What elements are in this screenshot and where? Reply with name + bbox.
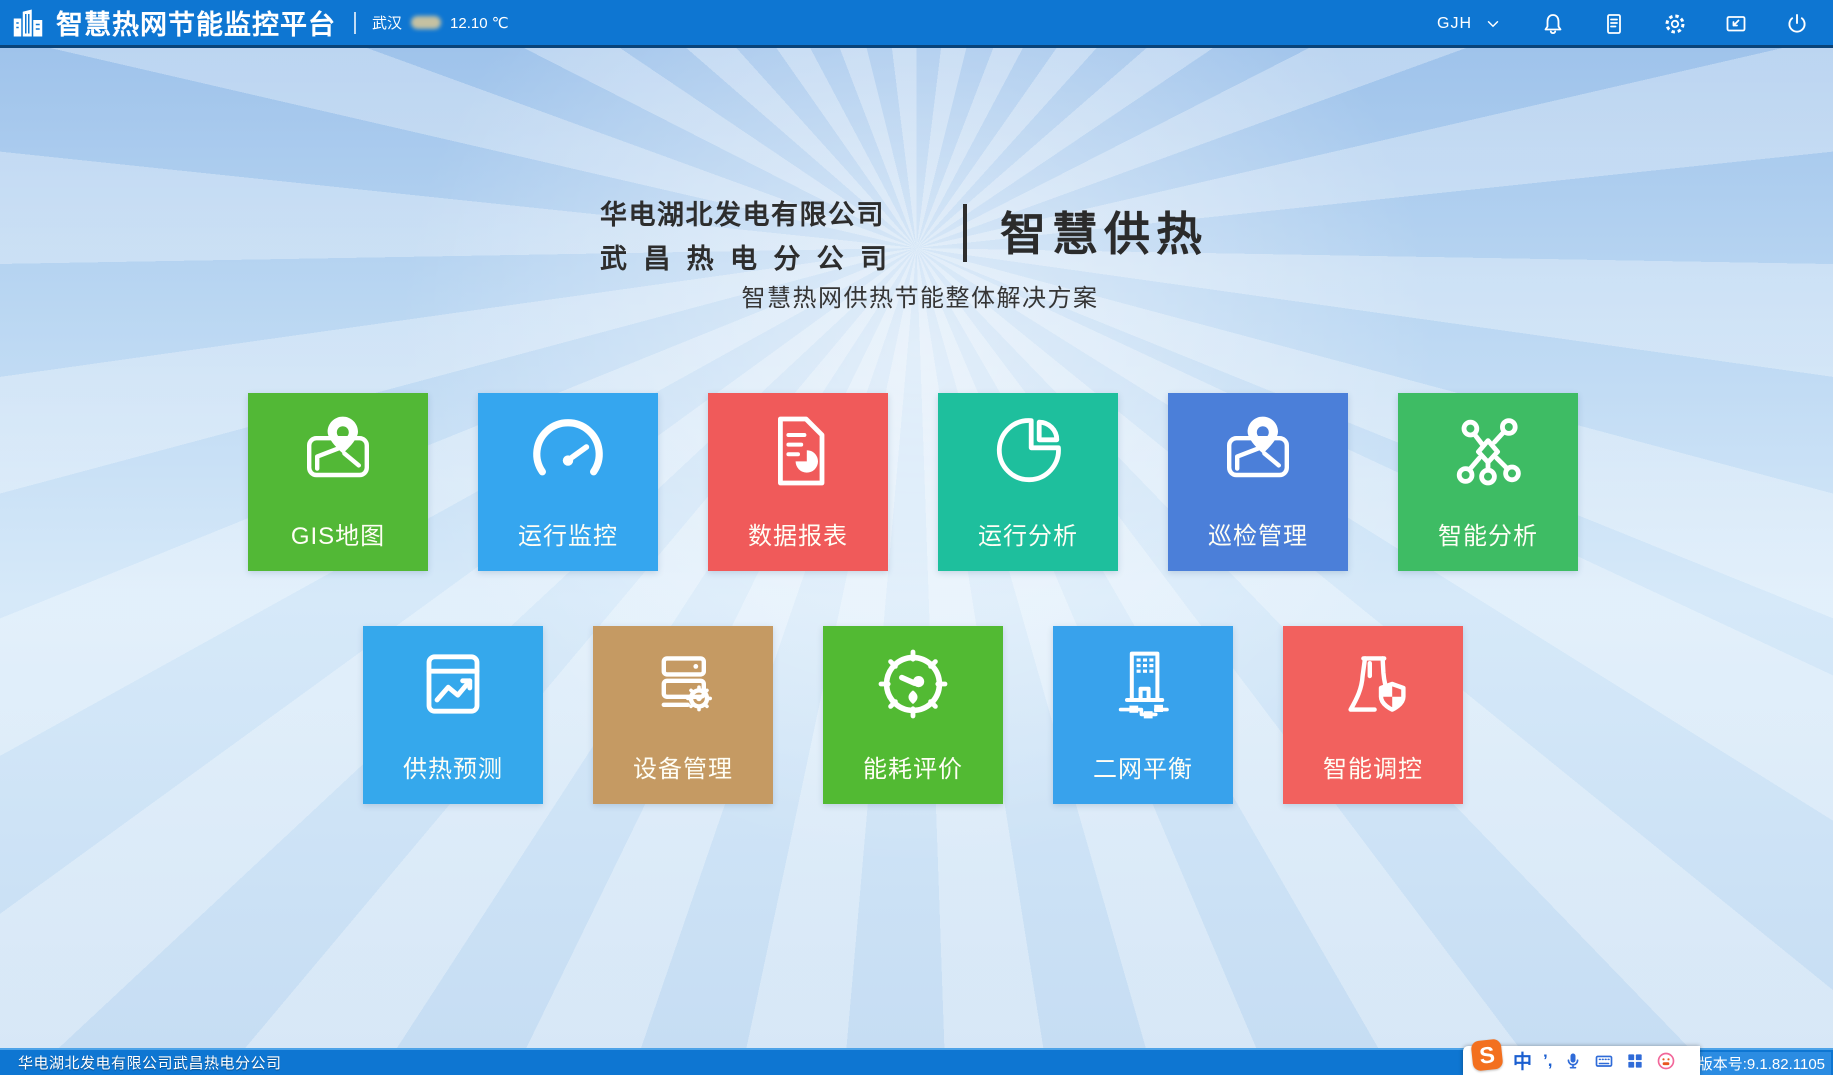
user-menu[interactable]: GJH xyxy=(1437,15,1502,33)
map-pin-icon xyxy=(1168,411,1348,491)
app-title: 智慧热网节能监控平台 xyxy=(56,3,336,42)
gear-icon[interactable] xyxy=(1663,12,1687,36)
tile-intelligent-control[interactable]: 智能调控 xyxy=(1283,626,1463,804)
topbar-right: GJH xyxy=(1437,0,1833,48)
weather-cloud-icon xyxy=(411,16,441,29)
tile-label: 供热预测 xyxy=(363,749,543,784)
tile-intelligent-analysis[interactable]: 智能分析 xyxy=(1398,393,1578,571)
tile-inspection-management[interactable]: 巡检管理 xyxy=(1168,393,1348,571)
tile-label: 智能分析 xyxy=(1398,516,1578,551)
topbar-left: 智慧热网节能监控平台 武汉 12.10 ℃ xyxy=(0,3,509,42)
tile-label: 数据报表 xyxy=(708,516,888,551)
report-pie-icon xyxy=(708,411,888,491)
tile-equipment-management[interactable]: 设备管理 xyxy=(593,626,773,804)
trend-window-icon xyxy=(363,644,543,724)
tile-data-reports[interactable]: 数据报表 xyxy=(708,393,888,571)
weather-widget: 武汉 12.10 ℃ xyxy=(372,12,509,33)
main-background: 华电湖北发电有限公司 武昌热电分公司 智慧供热 智慧热网供热节能整体解决方案 G… xyxy=(0,48,1833,1048)
tile-label: 二网平衡 xyxy=(1053,749,1233,784)
product-title: 智慧供热 xyxy=(1000,198,1208,264)
ime-toolbar: S 中 ’, xyxy=(1463,1046,1700,1075)
map-pin-icon xyxy=(248,411,428,491)
pie-chart-icon xyxy=(938,411,1118,491)
energy-gauge-icon xyxy=(823,644,1003,724)
building-network-icon xyxy=(1053,644,1233,724)
server-gear-icon xyxy=(593,644,773,724)
user-name[interactable]: GJH xyxy=(1437,15,1472,33)
tile-energy-evaluation[interactable]: 能耗评价 xyxy=(823,626,1003,804)
microphone-icon[interactable] xyxy=(1563,1051,1583,1071)
tile-label: 运行监控 xyxy=(478,516,658,551)
app-logo-building-icon xyxy=(10,5,46,41)
tile-heating-forecast[interactable]: 供热预测 xyxy=(363,626,543,804)
weather-city: 武汉 xyxy=(372,12,402,33)
power-icon[interactable] xyxy=(1785,12,1809,36)
hero-subtitle: 智慧热网供热节能整体解决方案 xyxy=(620,278,1220,313)
tile-label: 运行分析 xyxy=(938,516,1118,551)
tile-operation-monitoring[interactable]: 运行监控 xyxy=(478,393,658,571)
tile-label: 能耗评价 xyxy=(823,749,1003,784)
tile-secondary-network-balance[interactable]: 二网平衡 xyxy=(1053,626,1233,804)
network-icon xyxy=(1398,411,1578,491)
tile-label: 巡检管理 xyxy=(1168,516,1348,551)
company-line2: 武昌热电分公司 xyxy=(600,237,887,276)
tile-label: 设备管理 xyxy=(593,749,773,784)
tower-shield-icon xyxy=(1283,644,1463,724)
tile-label: 智能调控 xyxy=(1283,749,1463,784)
keyboard-icon[interactable] xyxy=(1594,1051,1614,1071)
company-line1: 华电湖北发电有限公司 xyxy=(600,193,887,232)
top-bar: 智慧热网节能监控平台 武汉 12.10 ℃ GJH xyxy=(0,0,1833,48)
exit-fullscreen-icon[interactable] xyxy=(1724,12,1748,36)
sogou-logo-icon[interactable]: S xyxy=(1471,1038,1504,1071)
emoji-icon[interactable] xyxy=(1656,1051,1676,1071)
tile-gis-map[interactable]: GIS地图 xyxy=(248,393,428,571)
ime-mode-chinese[interactable]: 中 xyxy=(1513,1047,1532,1074)
ime-punctuation-toggle[interactable]: ’, xyxy=(1543,1051,1552,1071)
tile-label: GIS地图 xyxy=(248,516,428,551)
hero-divider xyxy=(963,204,967,262)
tile-operation-analysis[interactable]: 运行分析 xyxy=(938,393,1118,571)
weather-temperature: 12.10 ℃ xyxy=(450,14,509,32)
chevron-down-icon[interactable] xyxy=(1484,15,1502,33)
report-list-icon[interactable] xyxy=(1602,12,1626,36)
bell-icon[interactable] xyxy=(1541,12,1565,36)
toolbox-grid-icon[interactable] xyxy=(1625,1051,1645,1071)
company-title-block: 华电湖北发电有限公司 武昌热电分公司 xyxy=(600,193,887,276)
gauge-icon xyxy=(478,411,658,491)
footer-company: 华电湖北发电有限公司武昌热电分公司 xyxy=(0,1052,282,1073)
topbar-divider xyxy=(354,12,356,34)
footer-version: 版本号:9.1.82.1105 xyxy=(1692,1052,1831,1075)
